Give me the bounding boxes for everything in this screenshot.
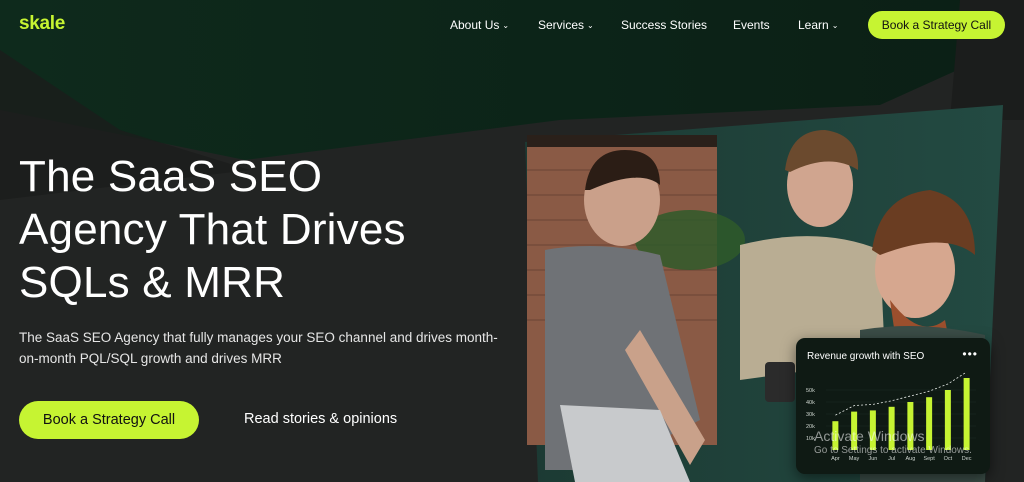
nav-about-us[interactable]: About Us ⌄ — [450, 18, 509, 32]
hero-book-strategy-call-button[interactable]: Book a Strategy Call — [19, 401, 199, 439]
revenue-growth-card: Revenue growth with SEO ••• 50k 40k 30k 20k… — [796, 338, 990, 474]
x-tick-label: Apr — [831, 456, 840, 462]
top-navbar: skale About Us ⌄ Services ⌄ Success Storie… — [0, 0, 1024, 50]
nav-book-strategy-call-button[interactable]: Book a Strategy Call — [868, 11, 1005, 39]
chevron-down-icon: ⌄ — [587, 21, 594, 30]
nav-services[interactable]: Services ⌄ — [538, 18, 594, 32]
chevron-down-icon: ⌄ — [831, 21, 839, 30]
revenue-bar — [888, 406, 895, 450]
revenue-bar — [926, 397, 933, 450]
nav-item-label: Learn — [798, 18, 829, 32]
x-tick-label: Dec — [962, 456, 972, 462]
headline-line: The SaaS SEO — [19, 152, 323, 201]
revenue-bar — [832, 421, 839, 450]
revenue-bar — [869, 410, 876, 450]
revenue-bar — [963, 378, 970, 450]
nav-item-label: Events — [733, 18, 770, 32]
nav-learn[interactable]: Learn ⌄ — [798, 18, 838, 32]
revenue-bar — [907, 402, 914, 450]
revenue-bar — [851, 411, 858, 450]
nav-item-label: About Us — [450, 18, 500, 32]
hero-subtext: The SaaS SEO Agency that fully manages y… — [19, 330, 498, 366]
y-tick-label: 30k — [806, 412, 815, 418]
y-tick-label: 50k — [806, 388, 815, 394]
x-tick-label: Oct — [944, 456, 953, 462]
x-tick-label: Aug — [905, 456, 915, 462]
x-tick-label: Sept — [923, 456, 935, 462]
hero-headline: The SaaS SEO Agency That Drives SQLs & M… — [19, 150, 499, 309]
headline-line: SQLs & MRR — [19, 258, 286, 307]
nav-item-label: Services — [538, 18, 585, 32]
y-tick-label: 10k — [806, 436, 815, 442]
chevron-down-icon: ⌄ — [502, 21, 510, 30]
nav-item-label: Success Stories — [621, 18, 708, 32]
x-tick-label: Jul — [888, 456, 895, 462]
x-tick-label: Jun — [868, 456, 877, 462]
revenue-bar — [944, 390, 951, 450]
skale-logo[interactable]: skale — [19, 13, 65, 35]
y-tick-label: 40k — [806, 400, 815, 406]
nav-events[interactable]: Events — [733, 18, 770, 32]
revenue-chart: 50k 40k 30k 20k 10k Apr May Jun Jul Aug Sept Oct Dec — [806, 371, 976, 462]
x-tick-label: May — [849, 456, 860, 462]
y-tick-label: 20k — [806, 424, 815, 430]
read-stories-link[interactable]: Read stories & opinions — [244, 411, 397, 427]
headline-line: Agency That Drives — [19, 205, 406, 254]
nav-success-stories[interactable]: Success Stories — [621, 18, 707, 32]
